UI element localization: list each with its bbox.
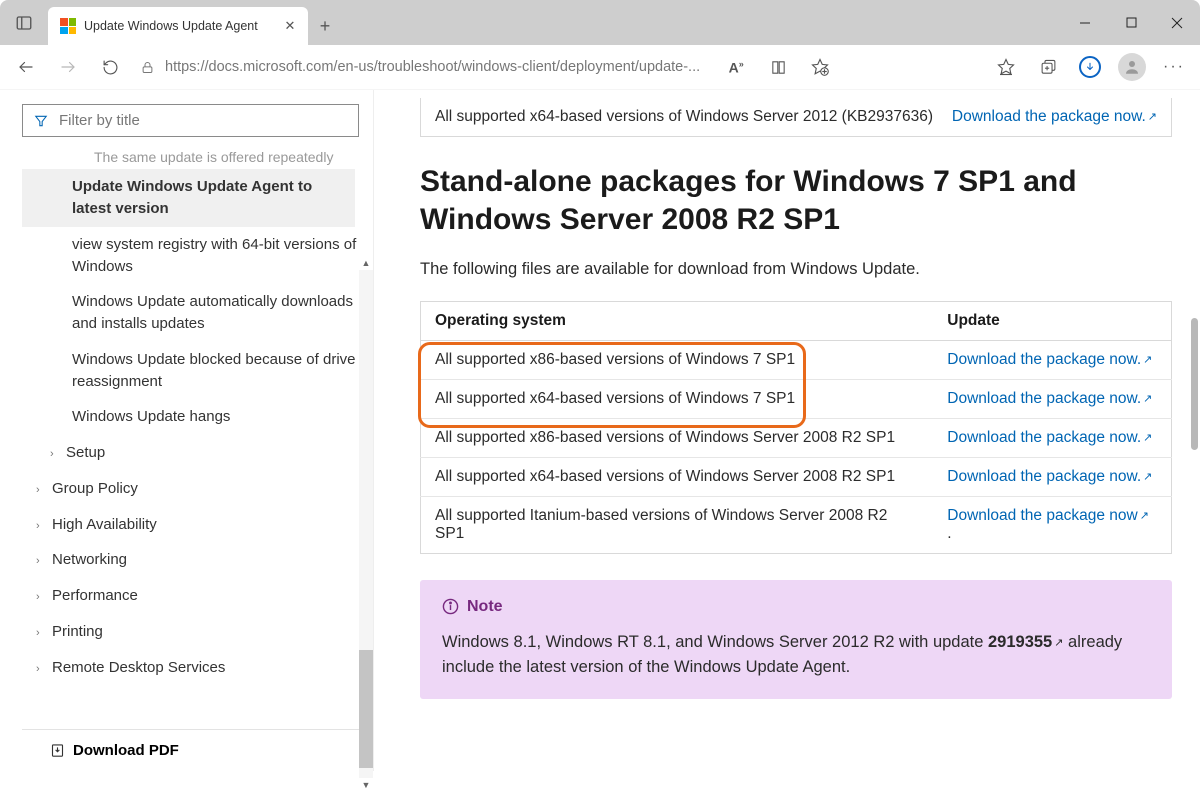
note-label: Note <box>467 598 503 616</box>
external-link-icon: ↗ <box>1148 111 1157 123</box>
table-cell-os: All supported x64-based versions of Wind… <box>435 108 952 126</box>
chevron-right-icon: › <box>36 626 46 642</box>
nav-item[interactable]: Windows Update blocked because of drive … <box>22 342 369 400</box>
profile-button[interactable] <box>1112 49 1152 85</box>
nav-tree: The same update is offered repeatedly Up… <box>22 145 369 685</box>
read-aloud-button[interactable]: A» <box>718 49 754 85</box>
chevron-right-icon: › <box>36 590 46 606</box>
window-titlebar: Update Windows Update Agent ✕ + <box>0 0 1200 45</box>
download-link[interactable]: Download the package now.↗ <box>947 468 1152 485</box>
scrollbar-down-icon[interactable]: ▼ <box>359 778 373 792</box>
download-link[interactable]: Download the package now.↗ <box>952 108 1157 125</box>
table-cell-update: Download the package now.↗ <box>933 379 1171 418</box>
table-cell-os: All supported x86-based versions of Wind… <box>421 340 934 379</box>
nav-item-truncated[interactable]: The same update is offered repeatedly <box>22 145 369 169</box>
nav-item-setup[interactable]: ›Setup <box>22 435 369 471</box>
window-maximize-button[interactable] <box>1108 0 1154 45</box>
table-cell-os: All supported Itanium-based versions of … <box>421 496 934 553</box>
chevron-right-icon: › <box>50 447 60 463</box>
scrollbar-thumb[interactable] <box>359 650 373 768</box>
refresh-button[interactable] <box>90 49 130 85</box>
filter-placeholder: Filter by title <box>59 112 140 129</box>
sidebar-scrollbar[interactable]: ▲ ▼ <box>359 270 373 778</box>
nav-item-active[interactable]: Update Windows Update Agent to latest ve… <box>22 169 355 227</box>
page-scrollbar-thumb[interactable] <box>1191 318 1198 450</box>
table-row: All supported x86-based versions of Wind… <box>421 340 1172 379</box>
nav-item[interactable]: ›Printing <box>22 614 369 650</box>
download-link[interactable]: Download the package now↗ <box>947 507 1149 524</box>
chevron-right-icon: › <box>36 662 46 678</box>
table-header-update: Update <box>933 301 1171 340</box>
table-cell-update: Download the package now.↗ <box>933 418 1171 457</box>
table-cell-update: Download the package now.↗ <box>933 340 1171 379</box>
browser-toolbar: https://docs.microsoft.com/en-us/trouble… <box>0 45 1200 90</box>
info-icon <box>442 598 459 615</box>
tab-actions-button[interactable] <box>0 0 48 45</box>
table-row: All supported x86-based versions of Wind… <box>421 418 1172 457</box>
download-link[interactable]: Download the package now.↗ <box>947 390 1152 407</box>
download-pdf-button[interactable]: Download PDF <box>22 729 369 771</box>
download-link[interactable]: Download the package now.↗ <box>947 429 1152 446</box>
section-heading: Stand-alone packages for Windows 7 SP1 a… <box>420 163 1172 240</box>
more-menu-button[interactable]: ··· <box>1154 49 1194 85</box>
nav-item[interactable]: ›Remote Desktop Services <box>22 650 369 686</box>
chevron-right-icon: › <box>36 554 46 570</box>
nav-item[interactable]: ›Networking <box>22 542 369 578</box>
nav-item[interactable]: ›Group Policy <box>22 471 369 507</box>
forward-button[interactable] <box>48 49 88 85</box>
main-content: All supported x64-based versions of Wind… <box>374 90 1200 771</box>
favorites-button[interactable] <box>986 49 1026 85</box>
tab-close-button[interactable]: ✕ <box>282 18 298 34</box>
nav-item[interactable]: ›High Availability <box>22 507 369 543</box>
table-cell-update: Download the package now.↗ <box>933 457 1171 496</box>
microsoft-logo-icon <box>60 18 76 34</box>
nav-item[interactable]: view system registry with 64-bit version… <box>22 227 369 285</box>
window-close-button[interactable] <box>1154 0 1200 45</box>
downloads-button[interactable] <box>1070 49 1110 85</box>
sidebar: Filter by title The same update is offer… <box>0 90 374 771</box>
nav-item[interactable]: ›Performance <box>22 578 369 614</box>
note-text: Windows 8.1, Windows RT 8.1, and Windows… <box>442 630 1150 681</box>
new-tab-button[interactable]: + <box>308 7 342 45</box>
address-bar[interactable]: https://docs.microsoft.com/en-us/trouble… <box>132 49 984 85</box>
tab-title: Update Windows Update Agent <box>84 19 274 33</box>
external-link-icon: ↗ <box>1143 393 1152 405</box>
site-lock-icon <box>140 60 155 75</box>
table-cell-os: All supported x64-based versions of Wind… <box>421 457 934 496</box>
back-button[interactable] <box>6 49 46 85</box>
external-link-icon: ↗ <box>1140 510 1149 522</box>
packages-table: Operating system Update All supported x8… <box>420 301 1172 554</box>
table-cell-os: All supported x64-based versions of Wind… <box>421 379 934 418</box>
table-cell-os: All supported x86-based versions of Wind… <box>421 418 934 457</box>
collections-button[interactable] <box>1028 49 1068 85</box>
note-callout: Note Windows 8.1, Windows RT 8.1, and Wi… <box>420 580 1172 699</box>
chevron-right-icon: › <box>36 519 46 535</box>
table-header-os: Operating system <box>421 301 934 340</box>
url-text: https://docs.microsoft.com/en-us/trouble… <box>165 59 700 75</box>
chevron-right-icon: › <box>36 483 46 499</box>
previous-table-row: All supported x64-based versions of Wind… <box>420 98 1172 137</box>
table-row: All supported x64-based versions of Wind… <box>421 457 1172 496</box>
external-link-icon: ↗ <box>1143 471 1152 483</box>
table-row: All supported Itanium-based versions of … <box>421 496 1172 553</box>
nav-item[interactable]: Windows Update hangs <box>22 399 369 435</box>
scrollbar-up-icon[interactable]: ▲ <box>359 256 373 270</box>
external-link-icon: ↗ <box>1143 432 1152 444</box>
window-minimize-button[interactable] <box>1062 0 1108 45</box>
download-link[interactable]: Download the package now.↗ <box>947 351 1152 368</box>
table-cell-update: Download the package now↗ . <box>933 496 1171 553</box>
add-favorite-button[interactable] <box>802 49 838 85</box>
nav-item[interactable]: Windows Update automatically downloads a… <box>22 284 369 342</box>
filter-icon <box>33 114 49 128</box>
reader-mode-button[interactable] <box>760 49 796 85</box>
filter-input[interactable]: Filter by title <box>22 104 359 137</box>
external-link-icon: ↗ <box>1143 354 1152 366</box>
intro-paragraph: The following files are available for do… <box>420 260 1172 279</box>
table-row: All supported x64-based versions of Wind… <box>421 379 1172 418</box>
browser-tab[interactable]: Update Windows Update Agent ✕ <box>48 7 308 45</box>
download-icon <box>50 743 65 758</box>
